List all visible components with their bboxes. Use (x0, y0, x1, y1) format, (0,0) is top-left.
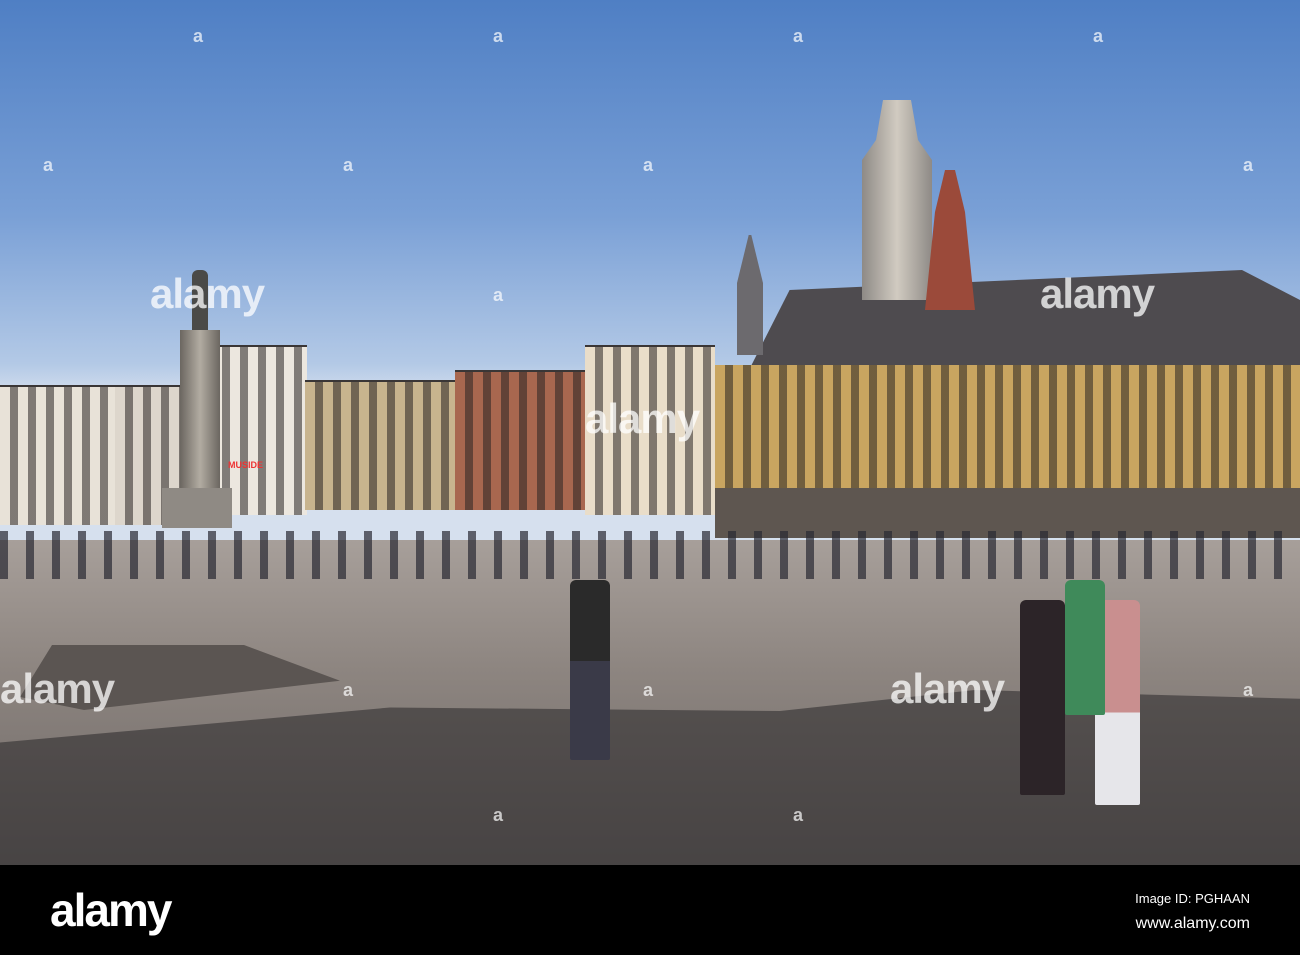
watermark: alamy (0, 665, 115, 712)
red-turret (925, 170, 975, 310)
watermark-dot: a (343, 155, 354, 175)
column-base (162, 488, 232, 528)
photo: MUSIDE alamy alamy alamy alamy alamy a a… (0, 0, 1300, 865)
watermark: alamy (890, 665, 1005, 712)
watermark-dot: a (643, 680, 654, 700)
shop-sign: MUSIDE (228, 460, 264, 470)
bourse-facade (715, 365, 1300, 490)
alamy-logo: alamy (50, 884, 172, 936)
watermark-dot: a (43, 155, 54, 175)
person-green (1065, 580, 1105, 715)
watermark: alamy (585, 395, 700, 442)
site-url: www.alamy.com (1135, 915, 1250, 932)
watermark-dot: a (493, 285, 504, 305)
watermark-dot: a (493, 26, 504, 46)
watermark-dot: a (793, 805, 804, 825)
column (180, 330, 220, 490)
footer-bar: alamy Image ID: PGHAAN www.alamy.com (0, 865, 1300, 955)
watermark-dot: a (1093, 26, 1104, 46)
watermark: alamy (1040, 270, 1155, 317)
watermark-dot: a (1243, 680, 1254, 700)
belfry-tower (862, 100, 932, 300)
bourse-arcade (715, 488, 1300, 538)
spire (737, 235, 763, 355)
bourse-roof (749, 270, 1300, 370)
watermark-dot: a (193, 26, 204, 46)
man-walking (570, 580, 610, 760)
watermark-dot: a (643, 155, 654, 175)
image-id: Image ID: PGHAAN (1135, 891, 1250, 906)
woman-dress (1020, 600, 1065, 795)
watermark-dot: a (343, 680, 354, 700)
watermark: alamy (150, 270, 265, 317)
building-brick (455, 370, 585, 510)
building-left (0, 385, 120, 525)
watermark-dot: a (793, 26, 804, 46)
watermark-dot: a (1243, 155, 1254, 175)
watermark-dot: a (493, 805, 504, 825)
